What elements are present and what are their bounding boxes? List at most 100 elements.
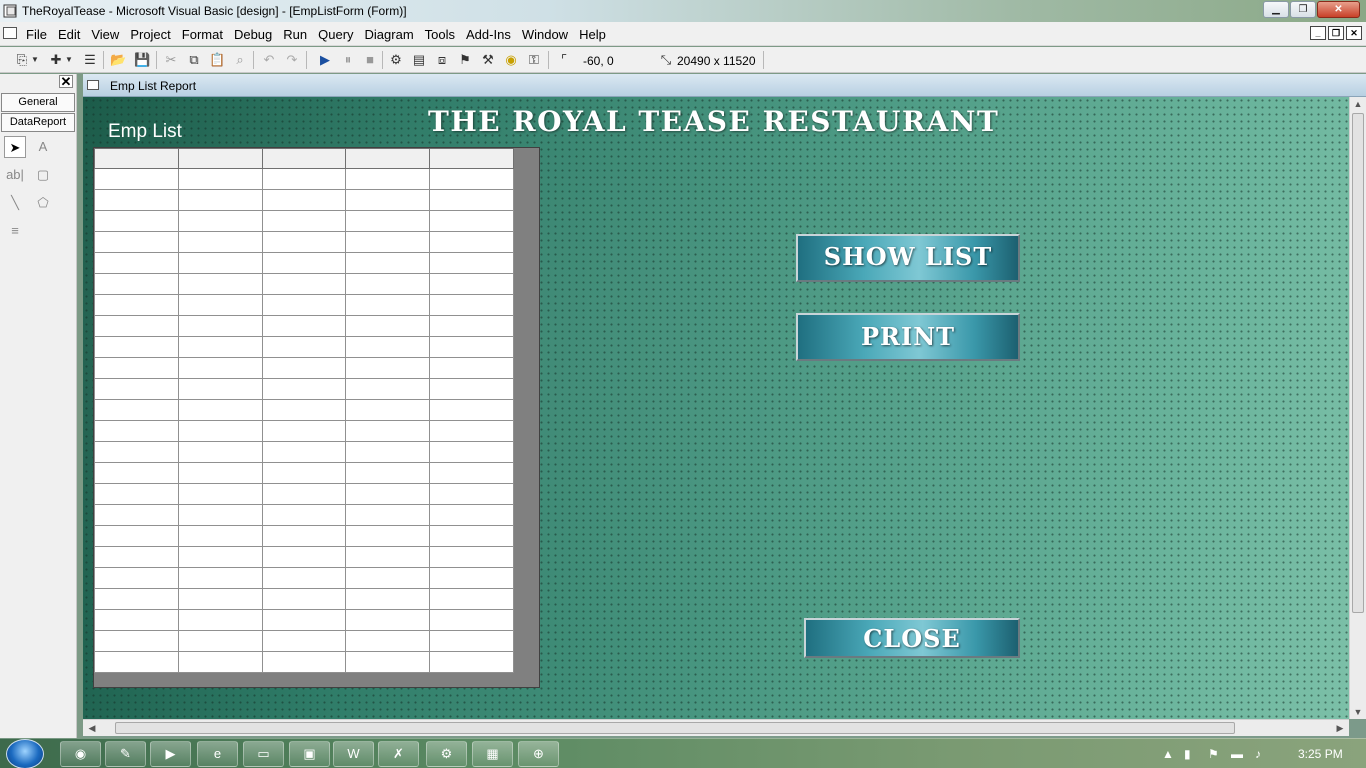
child-minimize-button[interactable]: _ [1310, 26, 1326, 40]
find-icon[interactable]: ⌕ [232, 52, 248, 68]
network-icon[interactable]: ▮ [1184, 747, 1191, 761]
paint-icon[interactable]: ✎ [105, 741, 146, 767]
grid-cell[interactable] [429, 441, 514, 463]
grid-cell[interactable] [345, 420, 431, 442]
grid-cell[interactable] [177, 357, 263, 379]
minimize-button[interactable]: ▁ [1263, 1, 1289, 18]
grid-cell[interactable] [429, 462, 514, 484]
grid-cell[interactable] [94, 630, 179, 652]
grid-cell[interactable] [345, 315, 431, 337]
toolbox-tab-general[interactable]: General [1, 93, 75, 112]
grid-cell[interactable] [94, 210, 179, 232]
grid-cell[interactable] [94, 441, 179, 463]
grid-cell[interactable] [94, 420, 179, 442]
table-row[interactable] [94, 378, 514, 400]
mdi-child-icon[interactable] [3, 27, 17, 39]
table-row[interactable] [94, 567, 514, 589]
open-folder-icon[interactable]: 📂 [110, 52, 126, 68]
grid-cell[interactable] [94, 336, 179, 358]
show-list-button[interactable]: SHOW LIST [796, 234, 1020, 282]
rpt-image-tool-icon[interactable]: ▢ [32, 164, 54, 186]
grid-cell[interactable] [261, 210, 347, 232]
grid-cell[interactable] [94, 462, 179, 484]
table-row[interactable] [94, 210, 514, 232]
grid-cell[interactable] [177, 441, 263, 463]
grid-cell[interactable] [261, 651, 347, 673]
grid-cell[interactable] [261, 609, 347, 631]
grid-cell[interactable] [261, 273, 347, 295]
rpt-shape-tool-icon[interactable]: ⬠ [32, 192, 54, 214]
paint-palette-icon[interactable]: ▦ [472, 741, 513, 767]
grid-cell[interactable] [429, 273, 514, 295]
grid-cell[interactable] [94, 609, 179, 631]
grid-cell[interactable] [345, 252, 431, 274]
grid-cell[interactable] [345, 357, 431, 379]
grid-column-header[interactable] [261, 148, 347, 169]
grid-cell[interactable] [345, 630, 431, 652]
add-project-icon[interactable]: ⎘ [14, 52, 30, 68]
grid-cell[interactable] [94, 315, 179, 337]
grid-cell[interactable] [177, 567, 263, 589]
table-row[interactable] [94, 630, 514, 652]
grid-cell[interactable] [261, 504, 347, 526]
grid-cell[interactable] [429, 609, 514, 631]
table-row[interactable] [94, 651, 514, 673]
grid-cell[interactable] [261, 525, 347, 547]
table-row[interactable] [94, 315, 514, 337]
grid-cell[interactable] [429, 504, 514, 526]
grid-cell[interactable] [429, 231, 514, 253]
copy-icon[interactable]: ⧉ [186, 52, 202, 68]
grid-cell[interactable] [177, 462, 263, 484]
system-icon[interactable]: ⊕ [518, 741, 559, 767]
grid-cell[interactable] [261, 315, 347, 337]
grid-cell[interactable] [177, 651, 263, 673]
grid-cell[interactable] [429, 210, 514, 232]
grid-cell[interactable] [261, 441, 347, 463]
table-row[interactable] [94, 504, 514, 526]
form-layout-icon[interactable]: ⧈ [434, 52, 450, 68]
grid-cell[interactable] [261, 231, 347, 253]
horizontal-scroll-thumb[interactable] [115, 722, 1235, 734]
menu-debug[interactable]: Debug [234, 27, 272, 42]
grid-cell[interactable] [345, 378, 431, 400]
grid-cell[interactable] [261, 399, 347, 421]
grid-cell[interactable] [429, 651, 514, 673]
pointer-tool-icon[interactable]: ➤ [4, 136, 26, 158]
grid-cell[interactable] [345, 462, 431, 484]
table-row[interactable] [94, 609, 514, 631]
grid-cell[interactable] [177, 483, 263, 505]
menu-format[interactable]: Format [182, 27, 223, 42]
vertical-scroll-thumb[interactable] [1352, 113, 1364, 613]
grid-cell[interactable] [177, 189, 263, 211]
maximize-button[interactable]: ❐ [1290, 1, 1316, 18]
grid-cell[interactable] [177, 399, 263, 421]
power-icon[interactable]: ▬ [1231, 747, 1243, 761]
grid-cell[interactable] [345, 588, 431, 610]
grid-cell[interactable] [345, 399, 431, 421]
table-row[interactable] [94, 294, 514, 316]
horizontal-scrollbar[interactable]: ◀ ▶ [83, 719, 1349, 736]
grid-cell[interactable] [429, 588, 514, 610]
grid-column-header[interactable] [345, 148, 431, 169]
grid-cell[interactable] [429, 189, 514, 211]
menu-query[interactable]: Query [318, 27, 353, 42]
data-view-icon[interactable]: ◉ [503, 52, 519, 68]
grid-cell[interactable] [177, 630, 263, 652]
grid-cell[interactable] [94, 294, 179, 316]
grid-column-header[interactable] [429, 148, 514, 169]
grid-cell[interactable] [345, 168, 431, 190]
grid-cell[interactable] [94, 483, 179, 505]
grid-cell[interactable] [261, 378, 347, 400]
table-row[interactable] [94, 399, 514, 421]
table-row[interactable] [94, 252, 514, 274]
vertical-scrollbar[interactable]: ▲ ▼ [1349, 97, 1366, 719]
grid-cell[interactable] [345, 210, 431, 232]
redo-icon[interactable]: ↷ [284, 52, 300, 68]
table-row[interactable] [94, 357, 514, 379]
table-row[interactable] [94, 336, 514, 358]
table-row[interactable] [94, 588, 514, 610]
grid-cell[interactable] [177, 546, 263, 568]
grid-cell[interactable] [345, 483, 431, 505]
grid-cell[interactable] [429, 168, 514, 190]
action-center-flag-icon[interactable]: ⚑ [1208, 747, 1219, 761]
